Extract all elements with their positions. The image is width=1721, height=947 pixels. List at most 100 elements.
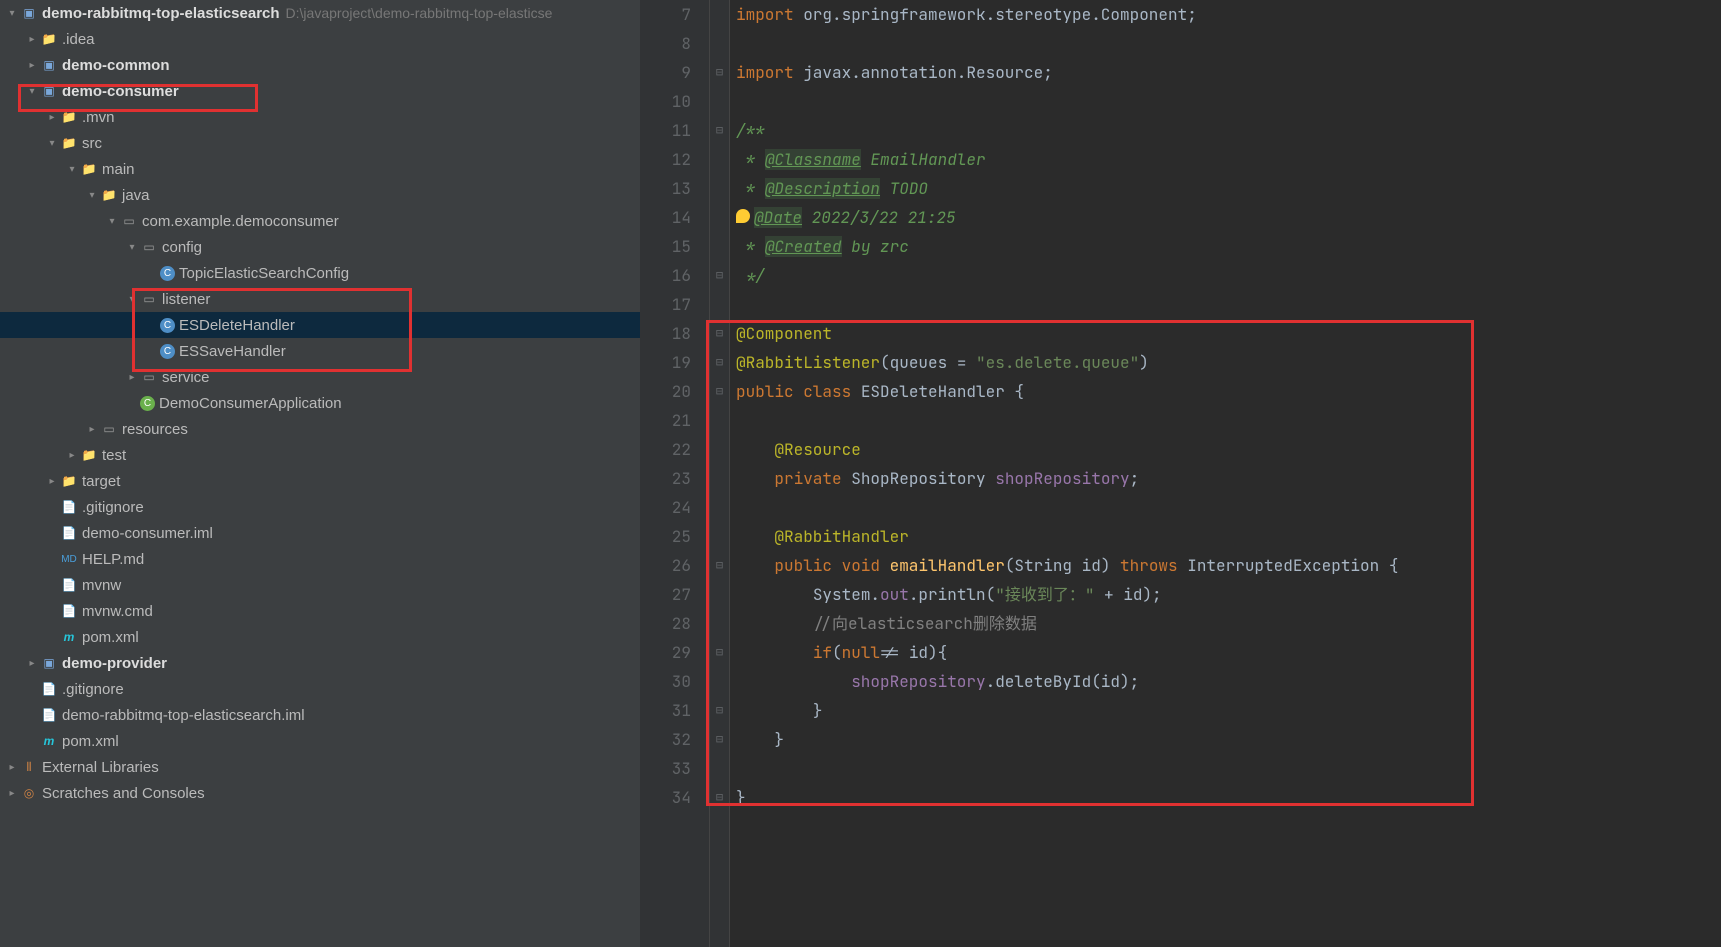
- tree-demo-common[interactable]: ▸ ▣ demo-common: [0, 52, 640, 78]
- tree-service[interactable]: ▸ ▭ service: [0, 364, 640, 390]
- fold-marker[interactable]: ⊟: [710, 638, 729, 667]
- tree-external-libraries[interactable]: ▸ ⫴ External Libraries: [0, 754, 640, 780]
- markdown-icon: MD: [60, 550, 78, 568]
- tree-mvn[interactable]: ▸ 📁 .mvn: [0, 104, 640, 130]
- tree-src[interactable]: ▾ 📁 src: [0, 130, 640, 156]
- fold-marker[interactable]: ⊟: [710, 319, 729, 348]
- package-icon: ▭: [140, 368, 158, 386]
- tree-java[interactable]: ▾ 📁 java: [0, 182, 640, 208]
- tree-resources[interactable]: ▸ ▭ resources: [0, 416, 640, 442]
- fold-marker[interactable]: ⊟: [710, 783, 729, 812]
- folder-icon: 📁: [60, 134, 78, 152]
- tree-listener[interactable]: ▾ ▭ listener: [0, 286, 640, 312]
- fold-marker[interactable]: [710, 667, 729, 696]
- fold-marker[interactable]: [710, 493, 729, 522]
- java-class-icon: C: [160, 266, 175, 281]
- chevron-right-icon: ▸: [44, 476, 60, 487]
- line-number: 32: [640, 725, 691, 754]
- code-line-25: @RabbitHandler: [736, 522, 1721, 551]
- tree-package[interactable]: ▾ ▭ com.example.democonsumer: [0, 208, 640, 234]
- tree-demo-consumer[interactable]: ▾ ▣ demo-consumer: [0, 78, 640, 104]
- code-line-7: import org.springframework.stereotype.Co…: [736, 0, 1721, 29]
- tree-app[interactable]: C DemoConsumerApplication: [0, 390, 640, 416]
- intention-bulb-icon[interactable]: [736, 209, 750, 223]
- fold-marker[interactable]: ⊟: [710, 725, 729, 754]
- package-label: com.example.democonsumer: [142, 213, 339, 230]
- tree-idea[interactable]: ▸ 📁 .idea: [0, 26, 640, 52]
- root-pom-label: pom.xml: [62, 733, 119, 750]
- iml-label: demo-consumer.iml: [82, 525, 213, 542]
- tree-pom[interactable]: m pom.xml: [0, 624, 640, 650]
- : * @Created by zrc: [736, 232, 1721, 261]
- package-icon: ▭: [120, 212, 138, 230]
- fold-marker[interactable]: ⊟: [710, 377, 729, 406]
- fold-marker[interactable]: [710, 0, 729, 29]
- chevron-down-icon: ▾: [124, 294, 140, 305]
- fold-marker[interactable]: [710, 406, 729, 435]
- tree-scratches[interactable]: ▸ ◎ Scratches and Consoles: [0, 780, 640, 806]
- src-label: src: [82, 135, 102, 152]
- tree-config[interactable]: ▾ ▭ config: [0, 234, 640, 260]
- tree-es-save[interactable]: C ESSaveHandler: [0, 338, 640, 364]
- tree-topic-config[interactable]: C TopicElasticSearchConfig: [0, 260, 640, 286]
- fold-marker[interactable]: [710, 87, 729, 116]
- fold-marker[interactable]: [710, 464, 729, 493]
- fold-marker[interactable]: [710, 290, 729, 319]
- chevron-right-icon: ▸: [4, 788, 20, 799]
- tree-mvnw[interactable]: 📄 mvnw: [0, 572, 640, 598]
- fold-marker[interactable]: [710, 145, 729, 174]
- tree-test[interactable]: ▸ 📁 test: [0, 442, 640, 468]
- fold-marker[interactable]: [710, 522, 729, 551]
- demo-common-label: demo-common: [62, 57, 170, 74]
- line-number: 28: [640, 609, 691, 638]
- line-number: 30: [640, 667, 691, 696]
- fold-marker[interactable]: ⊟: [710, 116, 729, 145]
- fold-marker[interactable]: ⊟: [710, 696, 729, 725]
- module-icon: ▣: [20, 4, 38, 22]
- fold-marker[interactable]: [710, 580, 729, 609]
- line-number: 12: [640, 145, 691, 174]
- code-line-26: public void emailHandler(String id) thro…: [736, 551, 1721, 580]
- fold-marker[interactable]: [710, 435, 729, 464]
- fold-marker[interactable]: ⊟: [710, 58, 729, 87]
- tree-target[interactable]: ▸ 📁 target: [0, 468, 640, 494]
- fold-marker[interactable]: [710, 203, 729, 232]
- code-line-16: */: [736, 261, 1721, 290]
- tree-root-pom[interactable]: m pom.xml: [0, 728, 640, 754]
- test-label: test: [102, 447, 126, 464]
- module-icon: ▣: [40, 56, 58, 74]
- tree-root[interactable]: ▾ ▣ demo-rabbitmq-top-elasticsearch D:\j…: [0, 0, 640, 26]
- fold-marker[interactable]: ⊟: [710, 551, 729, 580]
- fold-marker[interactable]: ⊟: [710, 348, 729, 377]
- fold-marker[interactable]: [710, 232, 729, 261]
- code-line-32: }: [736, 725, 1721, 754]
- tree-help[interactable]: MD HELP.md: [0, 546, 640, 572]
- folder-icon: 📁: [80, 160, 98, 178]
- fold-marker[interactable]: ⊟: [710, 261, 729, 290]
- tree-gitignore[interactable]: 📄 .gitignore: [0, 494, 640, 520]
- code-line-23: private ShopRepository shopRepository;: [736, 464, 1721, 493]
- chevron-right-icon: ▸: [44, 112, 60, 123]
- tree-mvnw-cmd[interactable]: 📄 mvnw.cmd: [0, 598, 640, 624]
- tree-main[interactable]: ▾ 📁 main: [0, 156, 640, 182]
- tree-demo-provider[interactable]: ▸ ▣ demo-provider: [0, 650, 640, 676]
- code-line-10: [736, 87, 1721, 116]
- code-editor[interactable]: 7891011121314151617181920212223242526272…: [640, 0, 1721, 947]
- fold-marker[interactable]: [710, 29, 729, 58]
- fold-marker[interactable]: [710, 609, 729, 638]
- fold-marker[interactable]: [710, 174, 729, 203]
- code-area[interactable]: import org.springframework.stereotype.Co…: [730, 0, 1721, 947]
- fold-marker[interactable]: [710, 754, 729, 783]
- tree-iml[interactable]: 📄 demo-consumer.iml: [0, 520, 640, 546]
- gitignore-label: .gitignore: [82, 499, 144, 516]
- tree-root-gitignore[interactable]: 📄 .gitignore: [0, 676, 640, 702]
- tree-es-delete[interactable]: C ESDeleteHandler: [0, 312, 640, 338]
- mvnw-cmd-label: mvnw.cmd: [82, 603, 153, 620]
- file-icon: 📄: [60, 498, 78, 516]
- tree-root-iml[interactable]: 📄 demo-rabbitmq-top-elasticsearch.iml: [0, 702, 640, 728]
- project-tree[interactable]: ▾ ▣ demo-rabbitmq-top-elasticsearch D:\j…: [0, 0, 640, 947]
- line-number: 29: [640, 638, 691, 667]
- help-label: HELP.md: [82, 551, 144, 568]
- code-line-22: @Resource: [736, 435, 1721, 464]
- folder-icon: 📁: [60, 108, 78, 126]
